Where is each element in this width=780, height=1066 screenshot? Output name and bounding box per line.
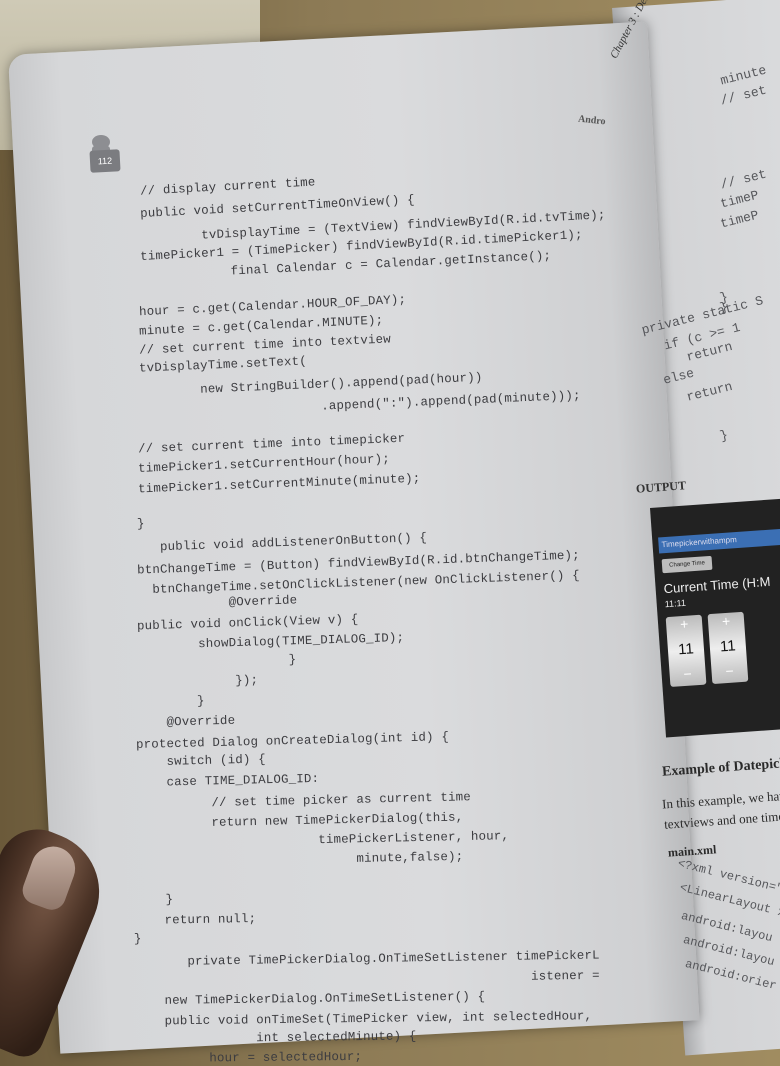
code-line: } [135, 693, 206, 710]
minute-spinner: + 11 − [707, 611, 749, 685]
code-line: public void onTimeSet(TimePicker view, i… [133, 1008, 592, 1029]
plus-icon: + [679, 617, 690, 635]
code-line: timePickerListener, hour, [134, 829, 510, 852]
code-line: } [134, 932, 143, 947]
code-line: case TIME_DIALOG_ID: [135, 771, 319, 791]
code-line: public void onClick(View v) { [136, 612, 359, 634]
code-line: int selectedMinute) { [133, 1029, 417, 1047]
plus-icon: + [721, 614, 731, 632]
phone-screenshot: Timepickerwithampm Change Time Current T… [650, 498, 780, 738]
code-line: }); [136, 673, 259, 691]
code-line: // set time picker as current time [135, 790, 472, 812]
code-line: protected Dialog onCreateDialog(int id) … [135, 730, 449, 753]
code-line: } [136, 652, 297, 672]
code-line: showDialog(TIME_DIALOG_ID); [136, 631, 404, 654]
minus-icon: − [724, 664, 735, 682]
change-time-button: Change Time [661, 555, 713, 574]
code-line: } [137, 516, 146, 531]
minute-value: 11 [719, 637, 737, 656]
code-line: private TimePickerDialog.OnTimeSetListen… [134, 948, 601, 970]
code-line: @Override [135, 713, 236, 730]
code-line: istener = [133, 968, 600, 990]
code-line: minute,false); [134, 849, 464, 871]
code-line: timePicker1.setCurrentMinute(minute); [137, 471, 421, 497]
code-line: tvDisplayTime.setText( [138, 354, 307, 376]
current-time-label: Current Time (H:M [663, 573, 771, 597]
code-line: public void setCurrentTimeOnView() { [139, 192, 415, 221]
code-line: return new TimePickerDialog(this, [135, 810, 464, 832]
code-line: switch (id) { [135, 752, 266, 770]
hour-spinner: + 11 − [665, 614, 707, 688]
code-line: return null; [134, 911, 257, 928]
code-line: new TimePickerDialog.OnTimeSetListener()… [133, 989, 486, 1009]
code-line: hour = selectedHour; [133, 1050, 363, 1066]
app-title-bar: Timepickerwithampm [658, 528, 780, 554]
code-line: public void addListenerOnButton() { [137, 531, 428, 556]
code-line: // display current time [139, 175, 316, 199]
code-line: timePicker1.setCurrentHour(hour); [137, 452, 391, 477]
minus-icon: − [683, 667, 693, 685]
current-time-value: 11:11 [664, 597, 687, 610]
code-line: } [134, 892, 173, 908]
hour-value: 11 [677, 640, 695, 659]
